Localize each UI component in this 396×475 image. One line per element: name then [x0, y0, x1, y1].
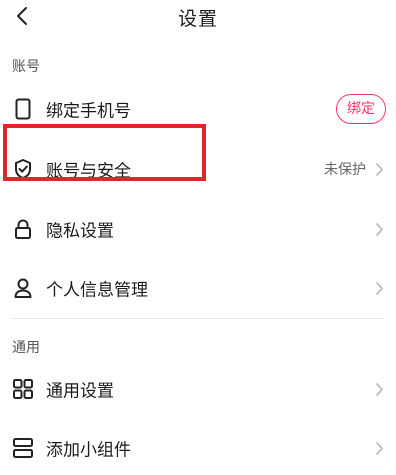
settings-row-privacy[interactable]: 隐私设置: [0, 202, 396, 256]
section-divider: [12, 318, 384, 319]
settings-row-label: 绑定手机号: [46, 101, 131, 122]
lock-icon: [12, 218, 34, 240]
settings-row-label: 添加小组件: [46, 440, 131, 461]
chevron-right-icon: [372, 440, 386, 456]
settings-row-add-widget[interactable]: 添加小组件: [0, 421, 396, 475]
grid-icon: [12, 378, 34, 400]
chevron-right-icon: [372, 221, 386, 237]
widget-icon: [12, 437, 34, 459]
settings-page: 设置 账号 绑定手机号 绑定 账号与安全 未保护 隐私设置 个人信息管理 通用 …: [0, 0, 396, 475]
security-status-text: 未保护: [324, 162, 366, 178]
page-title: 设置: [177, 8, 218, 30]
settings-row-label: 通用设置: [46, 381, 114, 402]
bind-button[interactable]: 绑定: [336, 94, 386, 124]
settings-row-label: 隐私设置: [46, 221, 114, 242]
nav-bar: 设置: [0, 0, 396, 34]
settings-row-label: 个人信息管理: [46, 280, 148, 301]
chevron-right-icon: [372, 381, 386, 397]
annotation-highlight-box: [3, 124, 206, 181]
phone-icon: [12, 98, 34, 120]
person-icon: [12, 277, 34, 299]
chevron-right-icon: [372, 161, 386, 177]
chevron-right-icon: [372, 280, 386, 296]
section-header-account: 账号: [12, 59, 40, 75]
section-header-general: 通用: [12, 340, 40, 356]
settings-row-general-settings[interactable]: 通用设置: [0, 362, 396, 416]
settings-row-personal-info[interactable]: 个人信息管理: [0, 261, 396, 315]
